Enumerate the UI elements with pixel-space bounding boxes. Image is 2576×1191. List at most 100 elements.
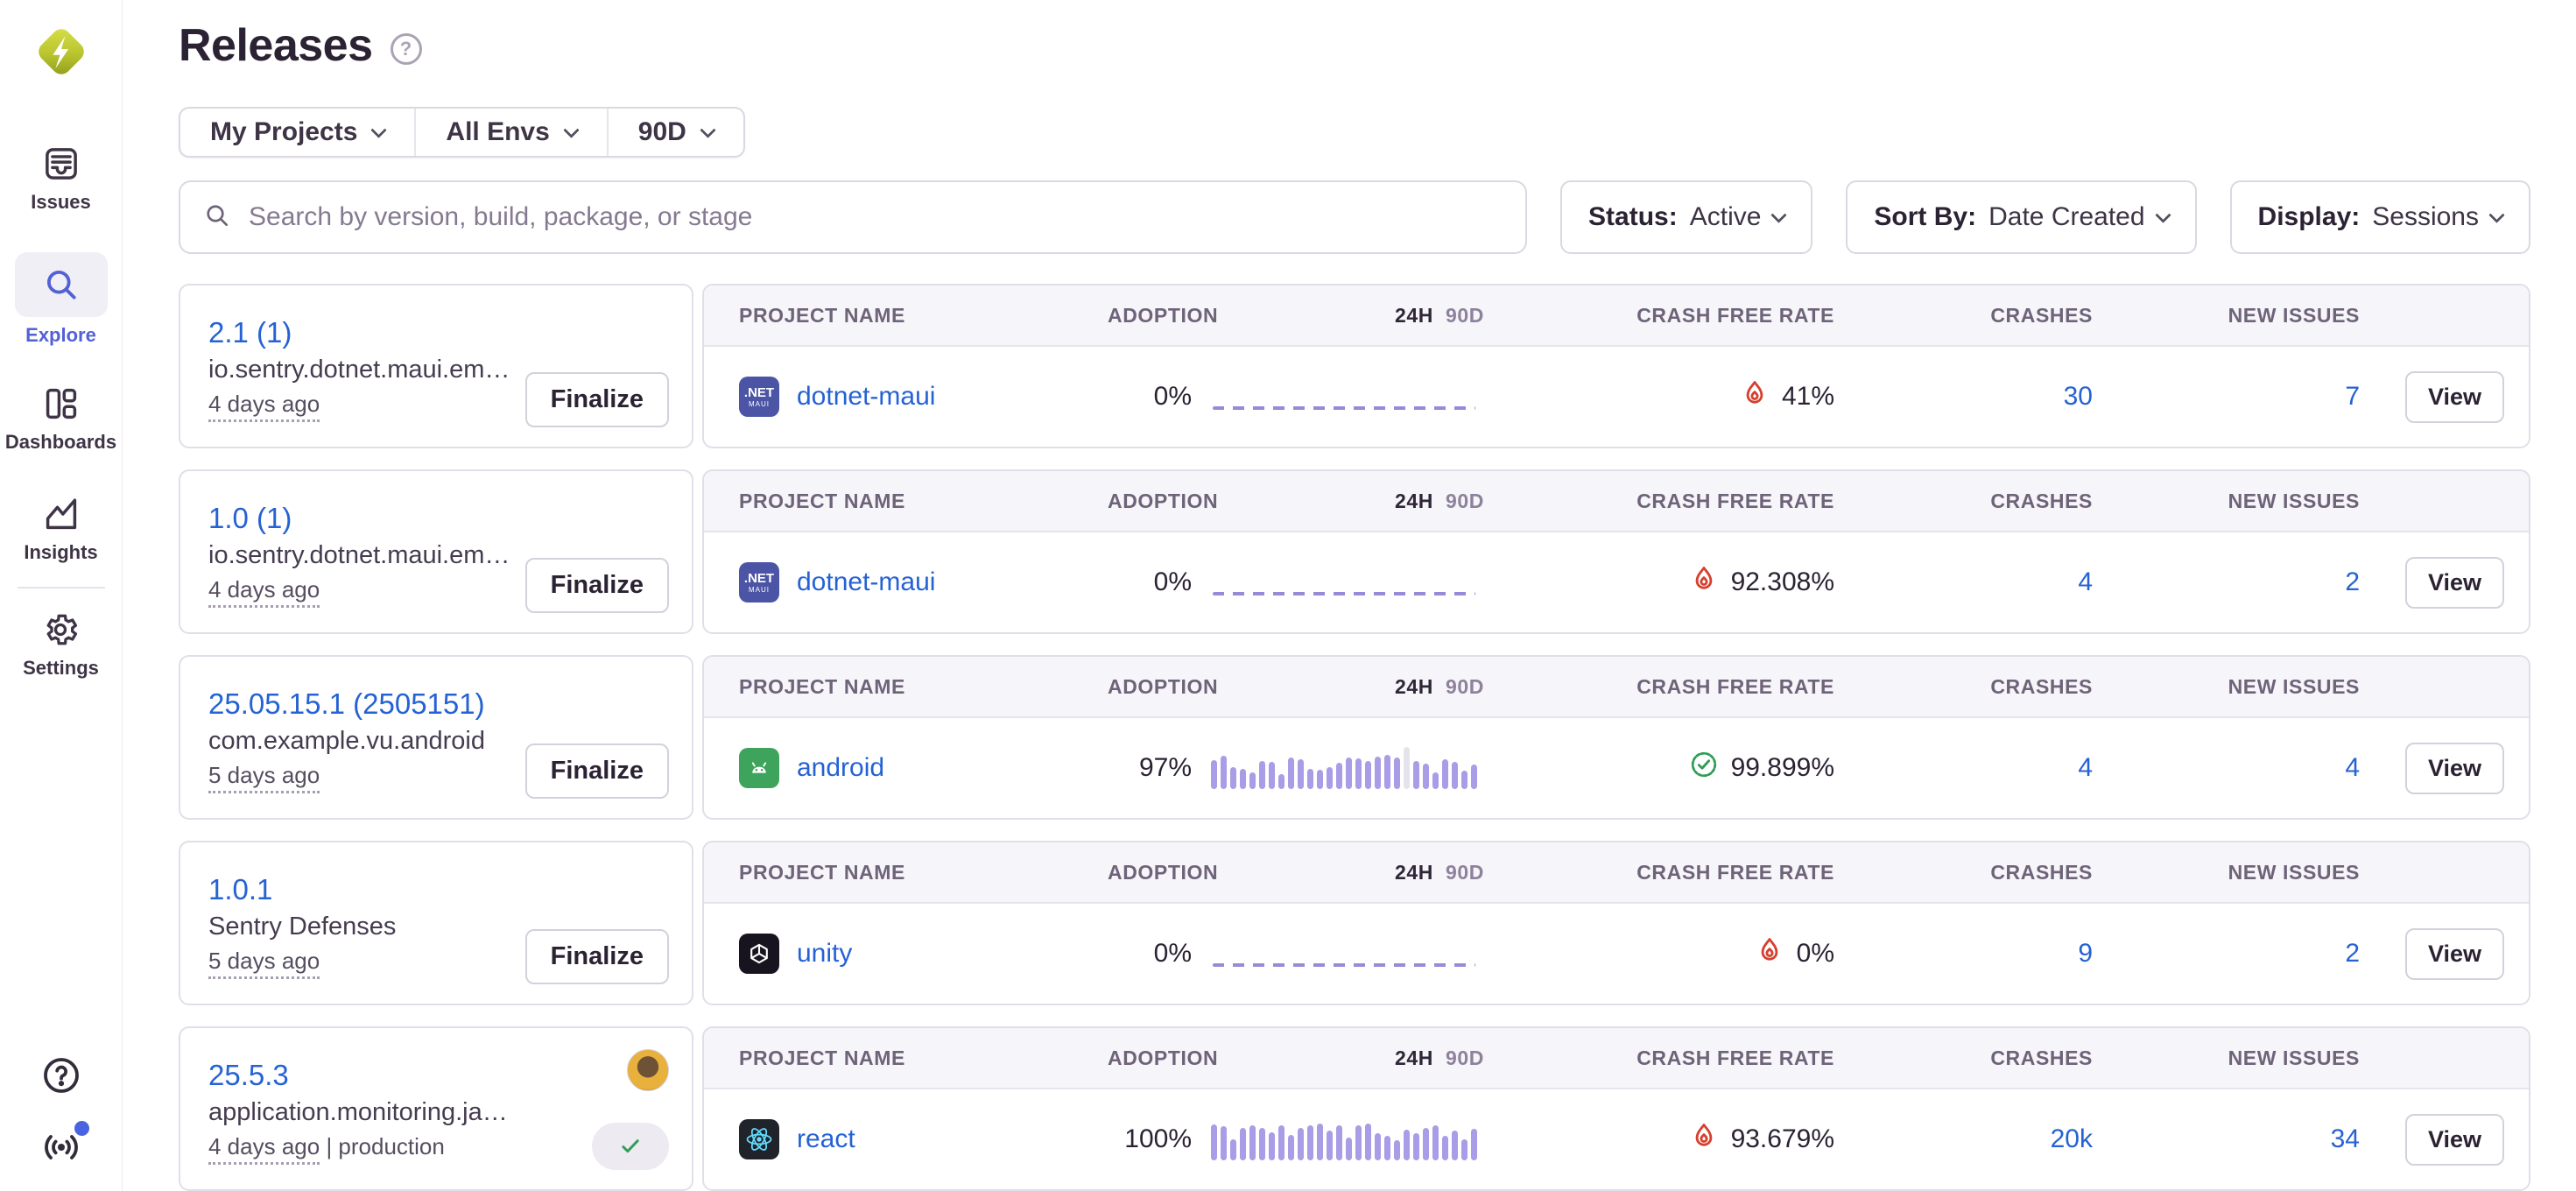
sidebar-item-settings[interactable]: Settings	[23, 610, 99, 680]
project-link[interactable]: react	[797, 1124, 855, 1154]
col-crashes: CRASHES	[1834, 861, 2093, 884]
sidebar-item-issues[interactable]: Issues	[31, 144, 91, 214]
col-90d: 90D	[1446, 1047, 1484, 1070]
search-bar[interactable]	[179, 180, 1527, 254]
new-issues-link[interactable]: 34	[2331, 1124, 2360, 1153]
sidebar: Issues Explore Dashboards	[0, 0, 123, 1191]
finalize-button[interactable]: Finalize	[525, 372, 669, 427]
sidebar-item-dashboards[interactable]: Dashboards	[5, 384, 116, 454]
crashes-link[interactable]: 20k	[2051, 1124, 2093, 1153]
main-content: Releases ? My Projects All Envs 90D Stat…	[123, 0, 2576, 1191]
release-package: com.example.vu.android	[208, 727, 525, 756]
release-version-link[interactable]: 25.5.3	[208, 1059, 592, 1092]
release-card: 1.0.1 Sentry Defenses 5 days ago Finaliz…	[179, 841, 2530, 1005]
project-link[interactable]: unity	[797, 939, 852, 969]
release-card: 25.05.15.1 (2505151) com.example.vu.andr…	[179, 655, 2530, 820]
status-value: Active	[1690, 202, 1762, 232]
col-24h: 24H	[1395, 304, 1433, 328]
release-version-link[interactable]: 25.05.15.1 (2505151)	[208, 687, 525, 721]
gear-icon	[40, 610, 81, 650]
version-card: 25.5.3 application.monitoring.ja… 4 days…	[179, 1026, 693, 1191]
display-dropdown[interactable]: Display: Sessions	[2230, 180, 2530, 254]
sidebar-item-label: Insights	[24, 541, 97, 564]
release-date-line: 4 days ago	[208, 391, 525, 418]
crashes-link[interactable]: 30	[2064, 382, 2093, 411]
col-24h: 24H	[1395, 675, 1433, 699]
view-button[interactable]: View	[2405, 557, 2504, 609]
table-header: PROJECT NAME ADOPTION24H90D CRASH FREE R…	[704, 471, 2529, 532]
sidebar-item-label: Settings	[23, 657, 99, 680]
version-card: 1.0.1 Sentry Defenses 5 days ago Finaliz…	[179, 841, 693, 1005]
search-icon	[203, 201, 231, 234]
table-header: PROJECT NAME ADOPTION24H90D CRASH FREE R…	[704, 657, 2529, 718]
view-button[interactable]: View	[2405, 743, 2504, 794]
new-issues-link[interactable]: 2	[2345, 567, 2360, 596]
display-value: Sessions	[2372, 202, 2479, 232]
project-link[interactable]: dotnet-maui	[797, 567, 935, 597]
sidebar-divider	[18, 587, 105, 588]
check-circle-icon	[1689, 750, 1719, 786]
project-link[interactable]: android	[797, 753, 884, 783]
crashes-link[interactable]: 4	[2078, 567, 2093, 596]
page-help-icon[interactable]: ?	[391, 33, 422, 65]
release-date[interactable]: 5 days ago	[208, 762, 320, 793]
environment-filter[interactable]: All Envs	[414, 109, 606, 156]
adoption-sparkline	[1211, 561, 1484, 603]
project-filter[interactable]: My Projects	[180, 109, 414, 156]
sidebar-item-label: Issues	[31, 191, 91, 214]
new-issues-link[interactable]: 2	[2345, 939, 2360, 968]
whats-new-broadcast-icon[interactable]	[40, 1126, 82, 1168]
adoption-sparkline	[1211, 1118, 1484, 1160]
sidebar-item-explore[interactable]: Explore	[15, 252, 108, 347]
sort-dropdown[interactable]: Sort By: Date Created	[1846, 180, 2196, 254]
view-button[interactable]: View	[2405, 1114, 2504, 1166]
sentry-logo-icon[interactable]	[29, 19, 94, 84]
new-issues-link[interactable]: 4	[2345, 753, 2360, 782]
search-input[interactable]	[247, 201, 1503, 233]
release-version-link[interactable]: 2.1 (1)	[208, 316, 525, 349]
col-90d: 90D	[1446, 675, 1484, 699]
sidebar-item-insights[interactable]: Insights	[24, 494, 97, 564]
project-link[interactable]: dotnet-maui	[797, 382, 935, 412]
crashes-link[interactable]: 4	[2078, 753, 2093, 782]
status-dropdown[interactable]: Status: Active	[1560, 180, 1812, 254]
notification-dot	[74, 1121, 89, 1136]
fire-icon	[1689, 1121, 1719, 1158]
finalized-check-pill[interactable]	[592, 1123, 669, 1170]
release-version-link[interactable]: 1.0.1	[208, 873, 525, 906]
dashboards-icon	[41, 384, 81, 424]
release-date[interactable]: 4 days ago	[208, 391, 320, 422]
col-crash-free-rate: CRASH FREE RATE	[1484, 1047, 1834, 1070]
adoption-value: 100%	[1108, 1124, 1192, 1154]
environment-filter-label: All Envs	[446, 117, 549, 147]
help-icon[interactable]	[40, 1054, 82, 1096]
toolbar: Status: Active Sort By: Date Created Dis…	[179, 180, 2530, 254]
release-date-line: 5 days ago	[208, 762, 525, 789]
date-range-filter[interactable]: 90D	[607, 109, 743, 156]
release-date[interactable]: 4 days ago	[208, 1133, 320, 1165]
finalize-button[interactable]: Finalize	[525, 929, 669, 984]
version-card: 25.05.15.1 (2505151) com.example.vu.andr…	[179, 655, 693, 820]
explore-pill	[15, 252, 108, 317]
col-crashes: CRASHES	[1834, 675, 2093, 699]
table-row: .NETMAUI dotnet-maui 0% 92.308% 4 2	[704, 532, 2529, 632]
new-issues-link[interactable]: 7	[2345, 382, 2360, 411]
col-adoption: ADOPTION	[1108, 1047, 1218, 1070]
release-date[interactable]: 4 days ago	[208, 576, 320, 608]
sort-label: Sort By:	[1874, 202, 1976, 232]
release-package: Sentry Defenses	[208, 913, 525, 941]
view-button[interactable]: View	[2405, 928, 2504, 980]
sidebar-item-label: Dashboards	[5, 431, 116, 454]
finalize-button[interactable]: Finalize	[525, 743, 669, 799]
page-header: Releases ?	[179, 19, 2530, 72]
col-adoption: ADOPTION	[1108, 490, 1218, 513]
crashes-link[interactable]: 9	[2078, 939, 2093, 968]
release-version-link[interactable]: 1.0 (1)	[208, 502, 525, 535]
release-date[interactable]: 5 days ago	[208, 948, 320, 979]
finalize-button[interactable]: Finalize	[525, 558, 669, 613]
page-title: Releases	[179, 19, 373, 72]
col-crash-free-rate: CRASH FREE RATE	[1484, 861, 1834, 884]
adoption-value: 0%	[1108, 567, 1192, 597]
view-button[interactable]: View	[2405, 371, 2504, 423]
col-crash-free-rate: CRASH FREE RATE	[1484, 304, 1834, 328]
